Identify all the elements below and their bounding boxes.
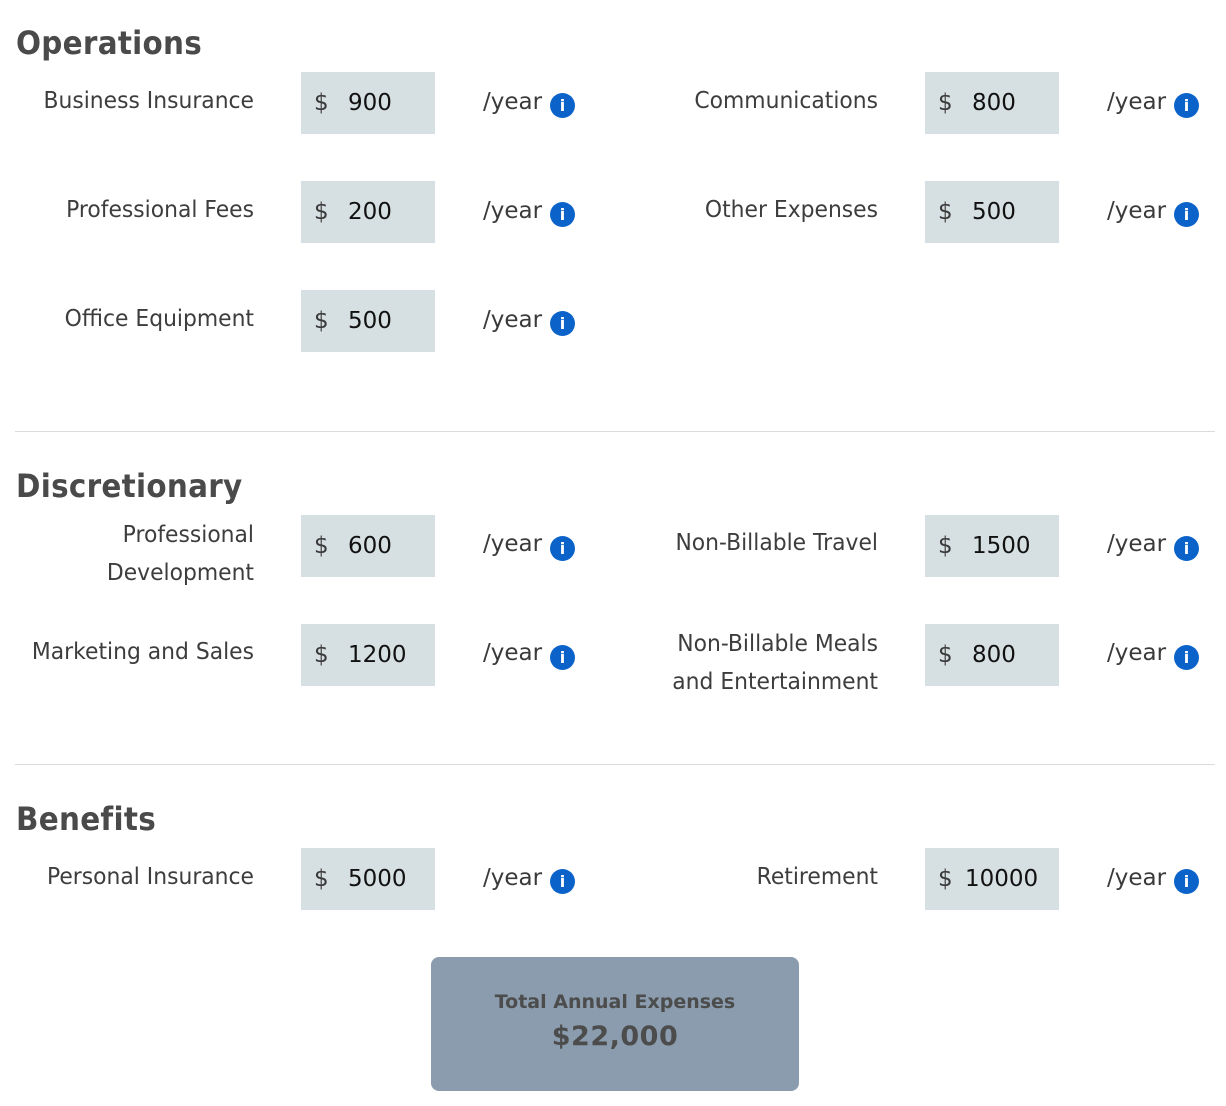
total-value: $22,000: [551, 1021, 679, 1052]
unit-label: /year: [483, 531, 543, 557]
section-title-operations: Operations: [16, 24, 203, 62]
currency-symbol: $: [938, 533, 953, 559]
currency-symbol: $: [314, 308, 329, 334]
field-label: Business Insurance: [43, 88, 254, 114]
info-icon[interactable]: i: [550, 311, 575, 336]
currency-symbol: $: [938, 199, 953, 225]
section-title-benefits: Benefits: [16, 800, 157, 838]
unit-label: /year: [1107, 531, 1167, 557]
total-annual-expenses-card: Total Annual Expenses $22,000: [431, 957, 799, 1091]
unit-label: /year: [1107, 865, 1167, 891]
input-value: 5000: [348, 866, 407, 892]
input-value: 800: [972, 642, 1016, 668]
info-icon[interactable]: i: [550, 645, 575, 670]
unit-label: /year: [1107, 640, 1167, 666]
unit-label: /year: [483, 89, 543, 115]
other-expenses-input[interactable]: $ 500: [925, 181, 1059, 243]
input-value: 500: [348, 308, 392, 334]
currency-symbol: $: [938, 90, 953, 116]
currency-symbol: $: [314, 199, 329, 225]
non-billable-travel-input[interactable]: $ 1500: [925, 515, 1059, 577]
info-icon[interactable]: i: [1174, 93, 1199, 118]
office-equipment-input[interactable]: $ 500: [301, 290, 435, 352]
input-value: 900: [348, 90, 392, 116]
info-icon[interactable]: i: [550, 536, 575, 561]
section-divider: [15, 764, 1215, 765]
field-label: Personal Insurance: [46, 864, 255, 890]
currency-symbol: $: [314, 90, 329, 116]
unit-label: /year: [483, 865, 543, 891]
business-insurance-input[interactable]: $ 900: [301, 72, 435, 134]
professional-fees-input[interactable]: $ 200: [301, 181, 435, 243]
section-title-discretionary: Discretionary: [16, 467, 243, 505]
currency-symbol: $: [314, 642, 329, 668]
currency-symbol: $: [314, 866, 329, 892]
unit-label: /year: [483, 198, 543, 224]
personal-insurance-input[interactable]: $ 5000: [301, 848, 435, 910]
input-value: 600: [348, 533, 392, 559]
field-label: Communications: [694, 88, 878, 114]
field-label-line: Non-Billable Meals: [677, 631, 878, 657]
info-icon[interactable]: i: [550, 869, 575, 894]
info-icon[interactable]: i: [1174, 645, 1199, 670]
currency-symbol: $: [938, 642, 953, 668]
input-value: 800: [972, 90, 1016, 116]
field-label-line: Professional: [122, 522, 254, 548]
field-label: Retirement: [756, 864, 878, 890]
field-label: Professional Development: [13, 516, 254, 592]
input-value: 1500: [972, 533, 1031, 559]
field-label: Marketing and Sales: [31, 639, 254, 665]
input-value: 1200: [348, 642, 407, 668]
currency-symbol: $: [314, 533, 329, 559]
field-label: Office Equipment: [64, 306, 254, 332]
communications-input[interactable]: $ 800: [925, 72, 1059, 134]
unit-label: /year: [1107, 198, 1167, 224]
input-value: 500: [972, 199, 1016, 225]
info-icon[interactable]: i: [550, 202, 575, 227]
input-value: 10000: [965, 866, 1039, 892]
non-billable-meals-input[interactable]: $ 800: [925, 624, 1059, 686]
marketing-and-sales-input[interactable]: $ 1200: [301, 624, 435, 686]
input-value: 200: [348, 199, 392, 225]
field-label-line: and Entertainment: [672, 669, 878, 695]
total-label: Total Annual Expenses: [494, 991, 736, 1013]
unit-label: /year: [1107, 89, 1167, 115]
field-label: Other Expenses: [704, 197, 878, 223]
info-icon[interactable]: i: [1174, 202, 1199, 227]
unit-label: /year: [483, 307, 543, 333]
field-label: Non-Billable Meals and Entertainment: [637, 625, 878, 701]
professional-development-input[interactable]: $ 600: [301, 515, 435, 577]
field-label: Professional Fees: [66, 197, 255, 223]
info-icon[interactable]: i: [550, 93, 575, 118]
section-divider: [15, 431, 1215, 432]
retirement-input[interactable]: $ 10000: [925, 848, 1059, 910]
info-icon[interactable]: i: [1174, 536, 1199, 561]
unit-label: /year: [483, 640, 543, 666]
info-icon[interactable]: i: [1174, 869, 1199, 894]
currency-symbol: $: [938, 866, 953, 892]
field-label: Non-Billable Travel: [675, 530, 878, 556]
field-label-line: Development: [106, 560, 254, 586]
